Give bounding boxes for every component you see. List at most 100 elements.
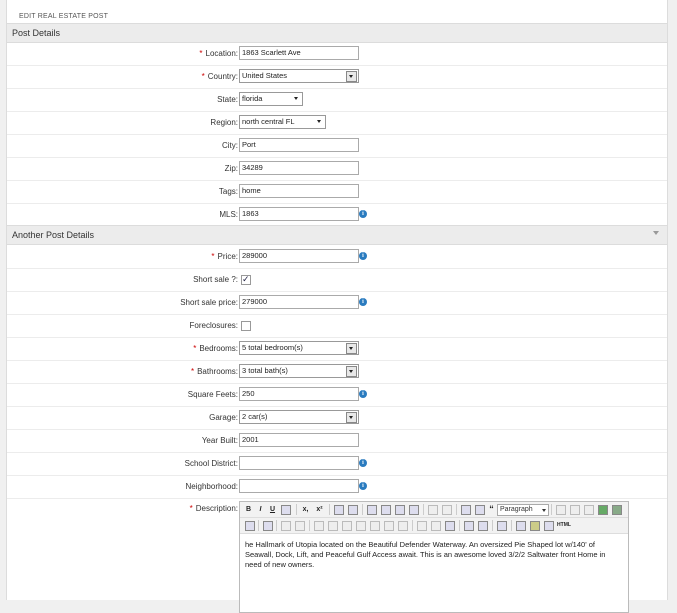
table-icon[interactable] [314, 521, 324, 531]
state-select[interactable]: florida [239, 92, 303, 106]
year-built-label: Year Built: [201, 436, 238, 445]
row-neighborhood: Neighborhood: i [7, 475, 667, 499]
bathrooms-select[interactable]: 3 total bath(s) [239, 364, 359, 378]
location-input[interactable]: 1863 Scarlett Ave [239, 46, 359, 60]
row-city: City: Port [7, 134, 667, 158]
horizontal-rule-icon[interactable] [556, 505, 566, 515]
zip-label: Zip: [224, 164, 238, 173]
blockquote-button[interactable]: “ [487, 505, 496, 514]
download-icon[interactable] [598, 505, 608, 515]
bedrooms-select[interactable]: 5 total bedroom(s) [239, 341, 359, 355]
insert-column-icon[interactable] [295, 521, 305, 531]
delete-column-icon[interactable] [398, 521, 408, 531]
anchor-icon[interactable] [245, 521, 255, 531]
layer-move-icon[interactable] [431, 521, 441, 531]
media-icon[interactable] [544, 521, 554, 531]
edit-icon[interactable] [263, 521, 273, 531]
zip-input[interactable]: 34289 [239, 161, 359, 175]
tags-input[interactable]: home [239, 184, 359, 198]
description-label: Description: [195, 504, 238, 513]
align-right-icon[interactable] [395, 505, 405, 515]
info-icon[interactable]: i [359, 482, 367, 490]
film-icon[interactable] [612, 505, 622, 515]
strikethrough-icon[interactable] [281, 505, 291, 515]
row-garage: Garage: 2 car(s) [7, 406, 667, 430]
location-label: Location: [205, 49, 238, 58]
price-input[interactable]: 289000 [239, 249, 359, 263]
cell-props-icon[interactable] [342, 521, 352, 531]
bathrooms-label: Bathrooms: [197, 367, 238, 376]
editor-toolbar-row-1: B I U x, x² “ Paragraph [240, 502, 628, 518]
find-icon[interactable] [464, 521, 474, 531]
collapse-arrow-icon[interactable] [653, 231, 659, 235]
bedrooms-label: Bedrooms: [199, 344, 238, 353]
short-sale-price-input[interactable]: 279000 [239, 295, 359, 309]
print-icon[interactable] [497, 521, 507, 531]
year-built-input[interactable]: 2001 [239, 433, 359, 447]
section-title: Post Details [12, 28, 61, 38]
info-icon[interactable]: i [359, 252, 367, 260]
split-cell-icon[interactable] [356, 521, 366, 531]
short-sale-checkbox[interactable] [241, 274, 251, 285]
format-select[interactable]: Paragraph [497, 504, 549, 516]
visual-aid-icon[interactable] [445, 521, 455, 531]
price-label: Price: [217, 252, 238, 261]
merge-cell-icon[interactable] [370, 521, 380, 531]
info-icon[interactable]: i [359, 210, 367, 218]
state-label: State: [217, 95, 238, 104]
region-label: Region: [210, 118, 238, 127]
align-center-icon[interactable] [381, 505, 391, 515]
edit-post-panel: EDIT REAL ESTATE POST Post Details * Loca… [6, 0, 668, 613]
indent-icon[interactable] [475, 505, 485, 515]
replace-icon[interactable] [478, 521, 488, 531]
redo-icon[interactable] [442, 505, 452, 515]
info-icon[interactable]: i [359, 459, 367, 467]
info-icon[interactable]: i [359, 298, 367, 306]
city-input[interactable]: Port [239, 138, 359, 152]
numbered-list-icon[interactable] [348, 505, 358, 515]
image-icon[interactable] [516, 521, 526, 531]
school-district-input[interactable] [239, 456, 359, 470]
delete-row-icon[interactable] [384, 521, 394, 531]
school-district-label: School District: [184, 459, 238, 468]
editor-toolbar-row-2: HTML [240, 518, 628, 534]
info-icon[interactable]: i [359, 390, 367, 398]
help-icon[interactable] [584, 505, 594, 515]
row-bedrooms: * Bedrooms: 5 total bedroom(s) [7, 337, 667, 361]
align-left-icon[interactable] [367, 505, 377, 515]
layer-icon[interactable] [417, 521, 427, 531]
row-price: * Price: 289000 i [7, 245, 667, 269]
country-select[interactable]: United States [239, 69, 359, 83]
row-props-icon[interactable] [328, 521, 338, 531]
section-post-details[interactable]: Post Details [7, 23, 667, 43]
short-sale-label: Short sale ?: [193, 275, 238, 284]
superscript-button[interactable]: x² [315, 505, 324, 514]
row-bathrooms: * Bathrooms: 3 total bath(s) [7, 360, 667, 384]
row-zip: Zip: 34289 [7, 157, 667, 181]
bullet-list-icon[interactable] [334, 505, 344, 515]
subscript-button[interactable]: x, [301, 505, 310, 514]
outdent-icon[interactable] [461, 505, 471, 515]
row-year-built: Year Built: 2001 [7, 429, 667, 453]
undo-icon[interactable] [428, 505, 438, 515]
region-select[interactable]: north central FL [239, 115, 326, 129]
foreclosures-checkbox[interactable] [241, 321, 251, 331]
underline-button[interactable]: U [268, 505, 277, 514]
garage-select[interactable]: 2 car(s) [239, 410, 359, 424]
neighborhood-input[interactable] [239, 479, 359, 493]
italic-button[interactable]: I [256, 505, 265, 514]
chevron-down-icon [346, 343, 357, 354]
description-editor[interactable]: B I U x, x² “ Paragraph HTML he Hallmark… [239, 501, 629, 613]
section-another-post-details[interactable]: Another Post Details [7, 225, 667, 245]
align-justify-icon[interactable] [409, 505, 419, 515]
insert-row-icon[interactable] [281, 521, 291, 531]
foreclosures-label: Foreclosures: [189, 321, 238, 330]
html-source-button[interactable]: HTML [557, 521, 571, 530]
mls-input[interactable]: 1863 [239, 207, 359, 221]
cleanup-icon[interactable] [530, 521, 540, 531]
description-text[interactable]: he Hallmark of Utopia located on the Bea… [245, 540, 623, 570]
chevron-down-icon [346, 71, 357, 82]
arrow-right-icon[interactable] [570, 505, 580, 515]
square-feets-input[interactable]: 250 [239, 387, 359, 401]
bold-button[interactable]: B [244, 505, 253, 514]
